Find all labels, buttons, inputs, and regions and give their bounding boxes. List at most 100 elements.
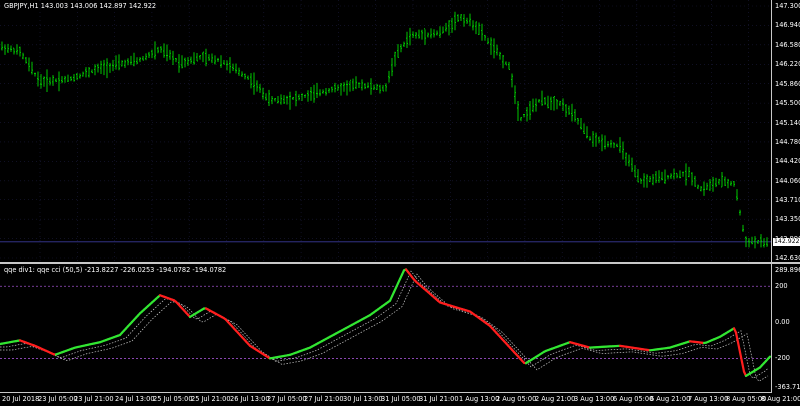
ohlc-bar	[190, 56, 192, 64]
ohlc-bar	[322, 89, 324, 94]
ohlc-bar	[217, 57, 219, 62]
indicator-tick-label: 200	[775, 282, 788, 291]
ohlc-bar	[370, 78, 372, 95]
ohlc-bar	[430, 28, 432, 39]
price-tick-label: 145.500	[775, 99, 800, 108]
ohlc-bar	[721, 171, 723, 188]
ohlc-bar	[547, 95, 549, 109]
ohlc-bar	[79, 73, 81, 79]
ohlc-bar	[733, 180, 735, 187]
price-tick-label: 144.420	[775, 157, 800, 166]
ohlc-bar	[406, 31, 408, 49]
ohlc-bar	[130, 55, 132, 66]
ohlc-bar	[574, 109, 576, 122]
ohlc-bar	[535, 98, 537, 112]
ohlc-bar	[496, 44, 498, 56]
time-tick-label: 27 Jul 05:00	[267, 395, 307, 403]
ohlc-bar	[397, 44, 399, 58]
ohlc-bar	[592, 131, 594, 147]
ohlc-bar	[283, 95, 285, 104]
current-price-label: 142.922	[773, 237, 800, 246]
price-tick-label: 144.060	[775, 176, 800, 185]
price-tick-label: 146.220	[775, 60, 800, 69]
ohlc-bar	[742, 224, 744, 232]
ohlc-bar	[511, 73, 513, 88]
ohlc-bar	[625, 152, 627, 166]
ohlc-bar	[595, 132, 597, 147]
ohlc-bar	[586, 126, 588, 139]
ohlc-bar	[541, 90, 543, 106]
indicator-plot	[0, 268, 772, 382]
ohlc-bar	[253, 72, 255, 95]
ohlc-bar	[4, 44, 6, 55]
ohlc-bar	[265, 93, 267, 101]
ohlc-bar	[358, 82, 360, 89]
ohlc-bar	[64, 75, 66, 83]
ohlc-bar	[118, 54, 120, 71]
time-tick-label: 23 Jul 21:00	[74, 395, 114, 403]
ohlc-bar	[553, 96, 555, 111]
ohlc-bar	[124, 59, 126, 68]
price-bars	[0, 0, 772, 262]
ohlc-bar	[58, 71, 60, 92]
ohlc-bar	[46, 69, 48, 93]
ohlc-bar	[466, 17, 468, 24]
ohlc-bar	[376, 83, 378, 91]
ohlc-bar	[601, 134, 603, 152]
ohlc-bar	[142, 55, 144, 61]
ohlc-bar	[505, 61, 507, 66]
ohlc-bar	[391, 57, 393, 77]
ohlc-bar	[349, 79, 351, 92]
indicator-title: qqe div1: qqe cci (50,5) -213.8227 -226.…	[4, 266, 227, 274]
ohlc-bar	[154, 41, 156, 60]
ohlc-bar	[694, 175, 696, 187]
ohlc-bar	[763, 238, 765, 248]
ohlc-bar	[490, 37, 492, 55]
ohlc-bar	[469, 13, 471, 27]
chart-title: GBPJPY,H1 143.003 143.006 142.897 142.92…	[4, 2, 157, 10]
ohlc-bar	[352, 78, 354, 91]
ohlc-bar	[55, 78, 57, 83]
ohlc-bar	[409, 27, 411, 46]
ohlc-bar	[175, 57, 177, 63]
ohlc-bar	[565, 103, 567, 117]
ohlc-bar	[367, 82, 369, 89]
ohlc-bar	[730, 180, 732, 186]
price-chart-pane[interactable]: GBPJPY,H1 143.003 143.006 142.897 142.92…	[0, 0, 772, 262]
time-axis-border	[0, 392, 772, 393]
price-tick-label: 142.630	[775, 254, 800, 262]
ohlc-bar	[727, 178, 729, 189]
ohlc-bar	[295, 90, 297, 107]
ohlc-bar	[97, 63, 99, 73]
ohlc-bar	[286, 95, 288, 105]
indicator-pane[interactable]: qqe div1: qqe cci (50,5) -213.8227 -226.…	[0, 264, 772, 392]
price-tick-label: 145.860	[775, 79, 800, 88]
ohlc-bar	[385, 83, 387, 92]
ohlc-bar	[355, 76, 357, 90]
time-tick-label: 31 Jul 21:00	[419, 395, 459, 403]
time-tick-label: 3 Aug 13:00	[574, 395, 615, 403]
time-tick-label: 30 Jul 13:00	[343, 395, 383, 403]
indicator-axis[interactable]: 289.8965 200 0.00 -200 -363.7182	[771, 264, 800, 392]
ohlc-bar	[328, 87, 330, 94]
price-axis[interactable]: 147.300 146.940 146.580 146.220 145.860 145.5…	[771, 0, 800, 262]
ohlc-bar	[412, 31, 414, 38]
ohlc-bar	[556, 99, 558, 110]
ohlc-bar	[724, 176, 726, 187]
ohlc-bar	[604, 135, 606, 150]
time-tick-label: 8 Aug 21:00	[761, 395, 800, 403]
ohlc-bar	[169, 49, 171, 60]
ohlc-bar	[112, 59, 114, 72]
ohlc-bar	[67, 74, 69, 82]
ohlc-bar	[115, 55, 117, 70]
ohlc-bar	[310, 86, 312, 101]
ohlc-bar	[622, 141, 624, 160]
ohlc-bar	[502, 55, 504, 69]
ohlc-bar	[688, 166, 690, 178]
ohlc-bar	[640, 178, 642, 184]
ohlc-bar	[493, 38, 495, 59]
ohlc-bar	[73, 74, 75, 82]
ohlc-bar	[517, 100, 519, 122]
ohlc-bar	[388, 70, 390, 83]
ohlc-bar	[598, 136, 600, 144]
